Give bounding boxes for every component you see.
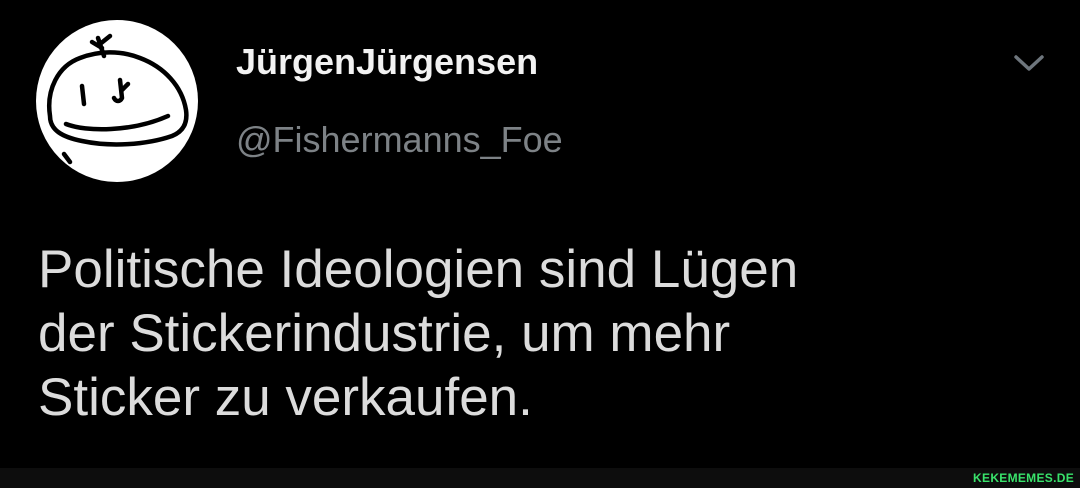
footer-strip bbox=[0, 468, 1080, 488]
tweet-text-line: Politische Ideologien sind Lügen bbox=[38, 240, 799, 299]
chevron-down-icon bbox=[1014, 55, 1044, 71]
tweet-text: Politische Ideologien sind Lügen der Sti… bbox=[38, 238, 1038, 430]
user-handle[interactable]: @Fishermanns_Foe bbox=[236, 122, 563, 158]
smiley-doodle-icon bbox=[47, 33, 189, 165]
watermark: KEKEMEMES.DE bbox=[973, 471, 1074, 485]
avatar[interactable] bbox=[36, 20, 198, 182]
tweet-text-line: Sticker zu verkaufen. bbox=[38, 368, 533, 427]
more-options-button[interactable] bbox=[1010, 48, 1048, 78]
tweet-text-line: der Stickerindustrie, um mehr bbox=[38, 304, 731, 363]
display-name[interactable]: JürgenJürgensen bbox=[236, 44, 538, 80]
tweet-card: JürgenJürgensen @Fishermanns_Foe Politis… bbox=[0, 0, 1080, 468]
